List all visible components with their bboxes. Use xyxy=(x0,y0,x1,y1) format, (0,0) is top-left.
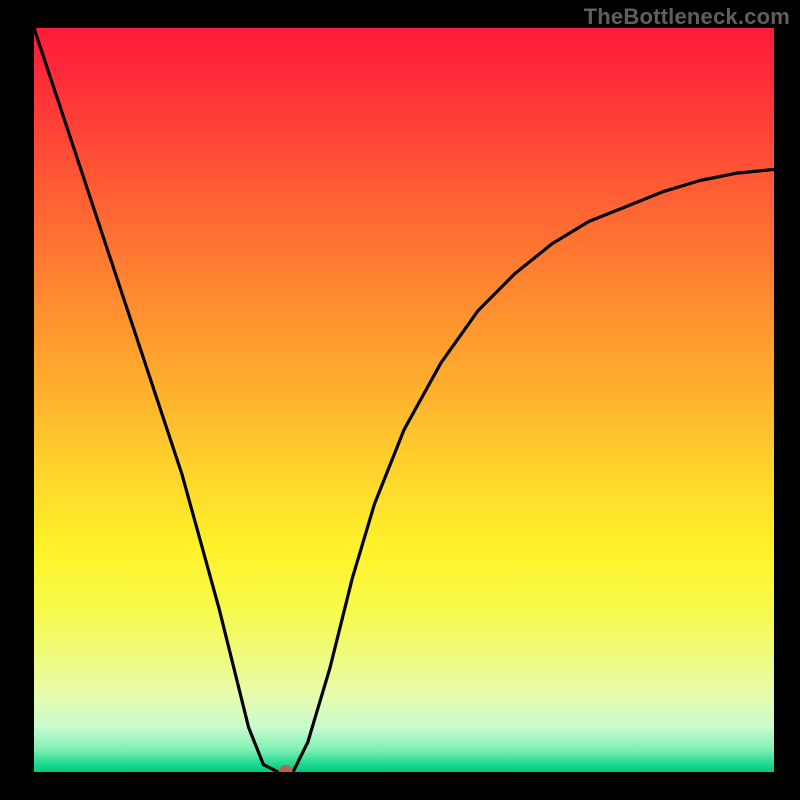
bottleneck-curve xyxy=(34,28,774,772)
watermark-text: TheBottleneck.com xyxy=(584,4,790,30)
plot-area xyxy=(34,28,774,772)
optimum-marker xyxy=(279,765,293,772)
curve-svg xyxy=(34,28,774,772)
chart-frame: TheBottleneck.com xyxy=(0,0,800,800)
